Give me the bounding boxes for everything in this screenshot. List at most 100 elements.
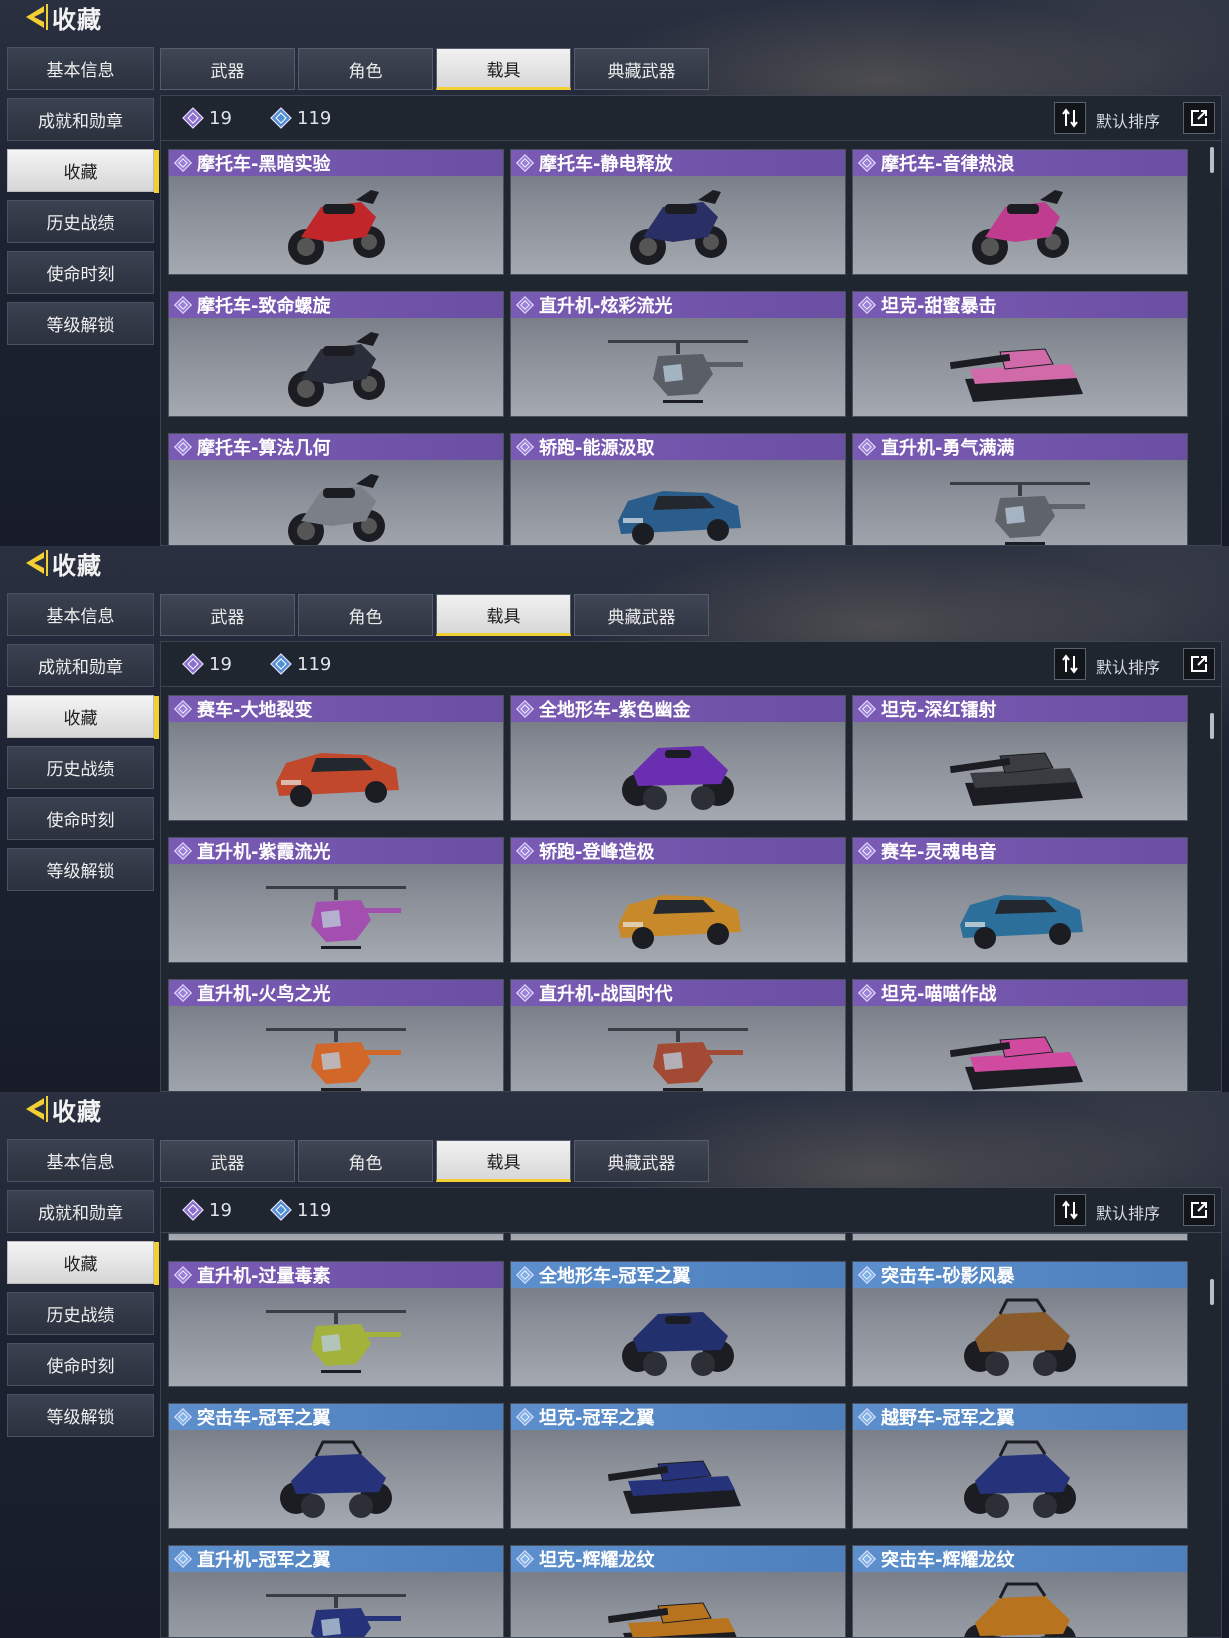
- card-title-bar: 直升机-冠军之翼: [169, 1546, 503, 1572]
- vehicle-image: [945, 324, 1095, 416]
- vehicle-card[interactable]: 赛车-大地裂变: [168, 695, 504, 821]
- tab[interactable]: 典藏武器: [574, 48, 709, 90]
- tab[interactable]: 武器: [160, 1140, 295, 1182]
- vehicle-card[interactable]: 直升机-炫彩流光: [510, 291, 846, 417]
- scrollbar[interactable]: [1210, 147, 1214, 173]
- vehicle-card[interactable]: 坦克-甜蜜暴击: [852, 291, 1188, 417]
- vehicle-card[interactable]: 摩托车-音律热浪: [852, 149, 1188, 275]
- sidebar-item[interactable]: 基本信息: [7, 593, 154, 636]
- sidebar-item[interactable]: 等级解锁: [7, 302, 154, 345]
- sidebar-item[interactable]: 等级解锁: [7, 1394, 154, 1437]
- vehicle-card[interactable]: 坦克-冠军之翼: [510, 1403, 846, 1529]
- share-button[interactable]: [1183, 1194, 1215, 1226]
- vehicle-card[interactable]: 赛车-灵魂电音: [852, 837, 1188, 963]
- sidebar-item[interactable]: 历史战绩: [7, 746, 154, 789]
- tab[interactable]: 载具: [436, 594, 571, 636]
- share-button[interactable]: [1183, 102, 1215, 134]
- sort-label[interactable]: 默认排序: [1096, 1200, 1160, 1224]
- sidebar-item[interactable]: 收藏: [7, 1241, 159, 1285]
- vehicle-card[interactable]: 直升机-过量毒素: [168, 1261, 504, 1387]
- vehicle-image: [261, 466, 411, 545]
- tab[interactable]: 载具: [436, 1140, 571, 1182]
- tab[interactable]: 载具: [436, 48, 571, 90]
- sidebar-item[interactable]: 成就和勋章: [7, 1190, 154, 1233]
- vehicle-card[interactable]: 直升机-勇气满满: [852, 433, 1188, 545]
- tab[interactable]: 角色: [298, 594, 433, 636]
- motorcycle-icon: [972, 190, 1069, 265]
- vehicle-card[interactable]: 突击车-冠军之翼: [168, 1403, 504, 1529]
- vehicle-card[interactable]: 摩托车-黑暗实验: [168, 149, 504, 275]
- sidebar-item[interactable]: 使命时刻: [7, 251, 154, 294]
- vehicle-image: [261, 182, 411, 274]
- vehicle-card[interactable]: 直升机-冠军之翼: [168, 1545, 504, 1637]
- vehicle-card[interactable]: 突击车-辉耀龙纹: [852, 1545, 1188, 1637]
- rarity-icon: [173, 1549, 193, 1569]
- vehicle-name: 摩托车-音律热浪: [881, 154, 1015, 175]
- scrollbar[interactable]: [1210, 713, 1214, 739]
- sort-button[interactable]: [1054, 648, 1086, 680]
- card-title-bar: 轿跑-能源汲取: [511, 434, 845, 460]
- vehicle-image: [603, 728, 753, 820]
- tab[interactable]: 武器: [160, 48, 295, 90]
- sidebar-item[interactable]: 收藏: [7, 149, 159, 193]
- vehicle-card[interactable]: 坦克-喵喵作战: [852, 979, 1188, 1091]
- sidebar-item[interactable]: 成就和勋章: [7, 98, 154, 141]
- vehicle-image: [261, 324, 411, 416]
- sidebar-item[interactable]: 成就和勋章: [7, 644, 154, 687]
- card-title-bar: 赛车-大地裂变: [169, 696, 503, 722]
- sidebar-item[interactable]: 历史战绩: [7, 200, 154, 243]
- sidebar-item[interactable]: 历史战绩: [7, 1292, 154, 1335]
- purple-count-value: 19: [209, 107, 232, 129]
- back-button[interactable]: 收藏: [20, 2, 102, 34]
- rarity-icon: [857, 153, 877, 173]
- vehicle-card[interactable]: 越野车-冠军之翼: [852, 1403, 1188, 1529]
- vehicle-image: [603, 466, 753, 545]
- vehicle-card[interactable]: 轿跑-能源汲取: [510, 433, 846, 545]
- card-title-bar: 突击车-冠军之翼: [169, 1404, 503, 1430]
- sidebar-item[interactable]: 等级解锁: [7, 848, 154, 891]
- vehicle-image: [603, 1012, 753, 1091]
- sort-label[interactable]: 默认排序: [1096, 654, 1160, 678]
- purple-count-value: 19: [209, 653, 232, 675]
- purple-gem-icon: [182, 653, 204, 675]
- tab[interactable]: 武器: [160, 594, 295, 636]
- sort-button[interactable]: [1054, 1194, 1086, 1226]
- vehicle-card[interactable]: 摩托车-静电释放: [510, 149, 846, 275]
- share-button[interactable]: [1183, 648, 1215, 680]
- tab[interactable]: 角色: [298, 48, 433, 90]
- vehicle-card[interactable]: 坦克-深红镭射: [852, 695, 1188, 821]
- card-title-bar: 直升机-紫霞流光: [169, 838, 503, 864]
- collection-screen: 收藏 基本信息 成就和勋章 收藏 历史战绩 使命时刻 等级解锁 武器 角色 载具 典藏武器 19 119…: [0, 546, 1229, 1092]
- rarity-icon: [857, 1407, 877, 1427]
- sort-button[interactable]: [1054, 102, 1086, 134]
- sidebar-item[interactable]: 基本信息: [7, 47, 154, 90]
- rarity-icon: [857, 437, 877, 457]
- vehicle-card[interactable]: 坦克-辉耀龙纹: [510, 1545, 846, 1637]
- vehicle-image: [945, 466, 1095, 545]
- scrollbar[interactable]: [1210, 1279, 1214, 1305]
- tab[interactable]: 典藏武器: [574, 1140, 709, 1182]
- vehicle-card[interactable]: 摩托车-算法几何: [168, 433, 504, 545]
- vehicle-name: 摩托车-算法几何: [197, 438, 331, 459]
- vehicle-card[interactable]: 全地形车-冠军之翼: [510, 1261, 846, 1387]
- vehicle-card[interactable]: 全地形车-紫色幽金: [510, 695, 846, 821]
- tab[interactable]: 典藏武器: [574, 594, 709, 636]
- vehicle-card[interactable]: 直升机-紫霞流光: [168, 837, 504, 963]
- vehicle-card[interactable]: 直升机-火鸟之光: [168, 979, 504, 1091]
- vehicle-name: 赛车-灵魂电音: [881, 842, 997, 863]
- sort-label[interactable]: 默认排序: [1096, 108, 1160, 132]
- vehicle-card[interactable]: 轿跑-登峰造极: [510, 837, 846, 963]
- rarity-icon: [515, 437, 535, 457]
- share-icon: [1191, 110, 1207, 126]
- vehicle-card[interactable]: 直升机-战国时代: [510, 979, 846, 1091]
- tab[interactable]: 角色: [298, 1140, 433, 1182]
- back-button[interactable]: 收藏: [20, 548, 102, 580]
- sidebar-item[interactable]: 使命时刻: [7, 1343, 154, 1386]
- sidebar-item[interactable]: 使命时刻: [7, 797, 154, 840]
- vehicle-card[interactable]: 突击车-砂影风暴: [852, 1261, 1188, 1387]
- back-button[interactable]: 收藏: [20, 1094, 102, 1126]
- sidebar-item[interactable]: 收藏: [7, 695, 159, 739]
- sidebar-item[interactable]: 基本信息: [7, 1139, 154, 1182]
- vehicle-card[interactable]: 摩托车-致命螺旋: [168, 291, 504, 417]
- blue-gem-icon: [270, 653, 292, 675]
